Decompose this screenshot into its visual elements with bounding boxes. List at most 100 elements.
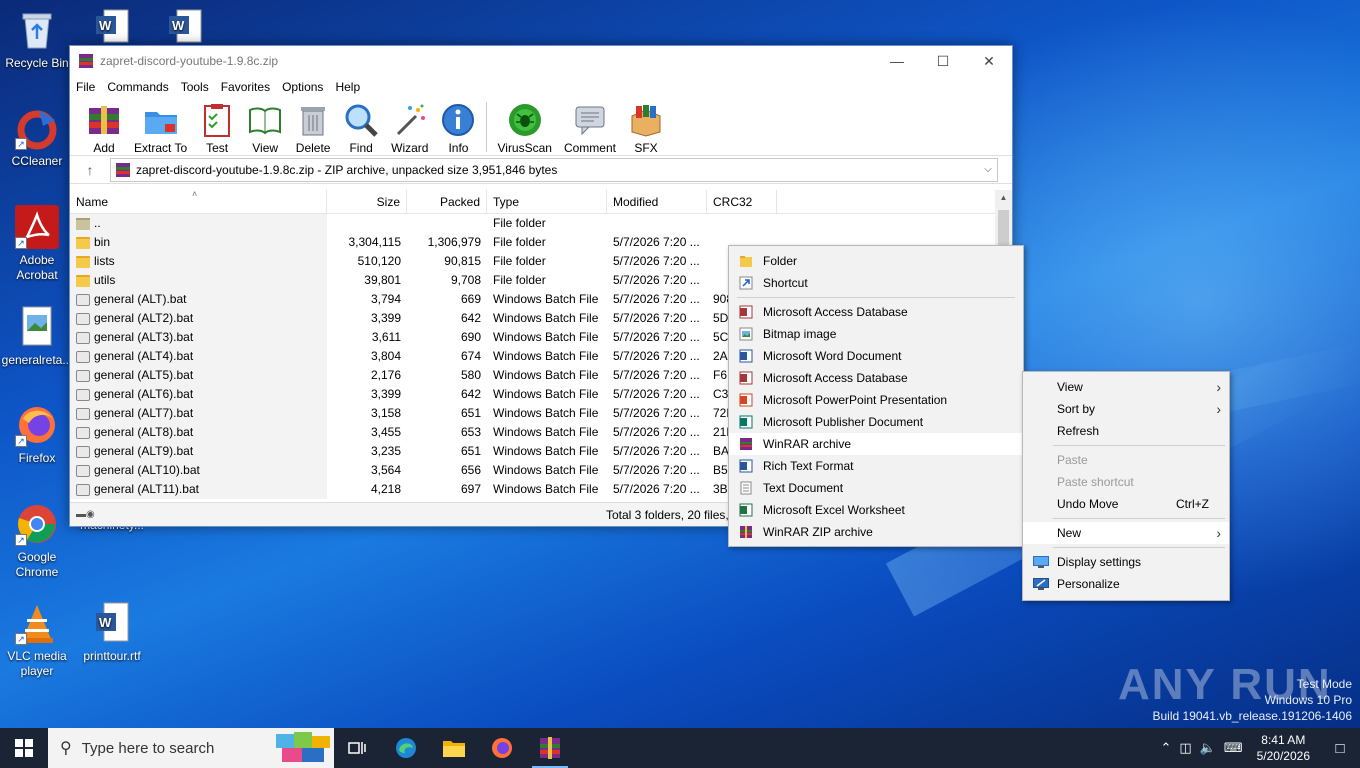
new-menu-item[interactable]: Text Document [729,477,1023,499]
shortcut-arrow-icon: ↗ [15,237,27,249]
comment-button[interactable]: Comment [558,99,622,155]
view-button[interactable]: View [241,99,289,155]
cell-type: Windows Batch File [493,406,599,420]
column-header-modified[interactable]: Modified [607,190,707,213]
find-button[interactable]: Find [337,99,385,155]
new-menu-item[interactable]: Folder [729,250,1023,272]
cell-packed: 674 [460,349,481,363]
image-file-icon [15,305,59,349]
batch-file-icon [76,445,90,458]
new-menu-item[interactable]: Microsoft Word Document [729,345,1023,367]
cell-modified: 5/7/2026 7:20 ... [613,330,700,344]
chevron-right-icon: › [1216,525,1221,541]
menu-bar: File Commands Tools Favorites Options He… [70,76,1012,98]
desktop-icon-label: printtour.rtf [83,649,141,663]
new-menu-item[interactable]: Microsoft Access Database [729,367,1023,389]
test-button[interactable]: Test [193,99,241,155]
virusscan-button[interactable]: VirusScan [491,99,557,155]
address-box[interactable]: zapret-discord-youtube-1.9.8c.zip - ZIP … [110,157,998,182]
taskbar-edge[interactable] [382,728,430,768]
desktop-icon-printtour[interactable]: W printtour.rtf [75,601,149,664]
publisher-icon [739,415,753,429]
menu-item-label: Folder [763,254,798,268]
new-menu-item[interactable]: Bitmap image [729,323,1023,345]
info-button[interactable]: Info [434,99,482,155]
cell-modified: 5/7/2026 7:20 ... [613,368,700,382]
windows-watermark: Test Mode Windows 10 Pro Build 19041.vb_… [1153,676,1353,724]
close-button[interactable]: ✕ [966,46,1012,76]
clock[interactable]: 8:41 AM 5/20/2026 [1247,732,1320,764]
cell-packed: 656 [460,463,481,477]
menu-options[interactable]: Options [282,80,331,94]
menu-tools[interactable]: Tools [181,80,217,94]
taskbar-firefox[interactable] [478,728,526,768]
new-menu-item[interactable]: Shortcut [729,272,1023,294]
chevron-up-icon[interactable]: ⌃ [1156,740,1175,756]
menu-item-new[interactable]: New › [1023,522,1229,544]
new-menu-item[interactable]: WinRAR ZIP archive [729,521,1023,543]
drive-icon[interactable]: ▬◉ [70,509,110,520]
network-icon[interactable]: ◫ [1175,740,1195,756]
menu-item-paste-shortcut[interactable]: Paste shortcut [1023,471,1229,493]
taskbar-file-explorer[interactable] [430,728,478,768]
column-header-size[interactable]: Size [327,190,407,213]
menu-item-refresh[interactable]: Refresh [1023,420,1229,442]
menu-item-undo-move[interactable]: Undo Move Ctrl+Z [1023,493,1229,515]
minimize-button[interactable]: — [874,46,920,76]
system-tray: ⌃ ◫ 🔈 ⌨ 8:41 AM 5/20/2026 □ [1156,728,1360,768]
menu-commands[interactable]: Commands [107,80,176,94]
sfx-button[interactable]: SFX [622,99,670,155]
notification-icon[interactable]: □ [1320,740,1360,757]
winrar-icon [540,737,560,759]
menu-item-label: Shortcut [763,276,808,290]
column-header-name[interactable]: Name ˄ [70,190,327,213]
menu-item-paste[interactable]: Paste [1023,449,1229,471]
menu-file[interactable]: File [76,80,103,94]
desktop-icon-recycle-bin[interactable]: Recycle Bin [0,8,74,71]
shortcut-arrow-icon: ↗ [15,138,27,150]
column-header-type[interactable]: Type [487,190,607,213]
new-menu-item[interactable]: Microsoft Excel Worksheet [729,499,1023,521]
add-button[interactable]: Add [80,99,128,155]
cell-name: bin [70,233,327,252]
batch-file-icon [76,407,90,420]
menu-favorites[interactable]: Favorites [221,80,278,94]
desktop-icon-vlc[interactable]: ↗ VLC media player [0,601,74,679]
chevron-down-icon[interactable]: ⌵ [979,164,997,175]
table-row[interactable]: .. File folder [70,214,996,233]
new-menu-item[interactable]: Microsoft Publisher Document [729,411,1023,433]
desktop-icon-ccleaner[interactable]: ↗ CCleaner [0,106,74,169]
new-menu-item[interactable]: WinRAR archive [729,433,1023,455]
extract-to-button[interactable]: Extract To [128,99,193,155]
start-button[interactable] [0,728,48,768]
desktop-icon-firefox[interactable]: ↗ Firefox [0,403,74,466]
up-arrow-icon[interactable]: ↑ [70,162,110,178]
input-indicator-icon[interactable]: ⌨ [1220,740,1247,756]
desktop-icon-adobe-acrobat[interactable]: ↗ Adobe Acrobat [0,205,74,283]
winrar-titlebar[interactable]: zapret-discord-youtube-1.9.8c.zip — ☐ ✕ [70,46,1012,76]
column-header-packed[interactable]: Packed [407,190,487,213]
batch-file-icon [76,293,90,306]
taskbar-winrar[interactable] [526,728,574,768]
maximize-button[interactable]: ☐ [920,46,966,76]
new-menu-item[interactable]: Rich Text Format [729,455,1023,477]
menu-item-sort-by[interactable]: Sort by › [1023,398,1229,420]
desktop-icon-google-chrome[interactable]: ↗ Google Chrome [0,502,74,580]
menu-help[interactable]: Help [335,80,368,94]
new-menu-item[interactable]: Microsoft PowerPoint Presentation [729,389,1023,411]
scroll-up-icon[interactable]: ▲ [995,190,1012,206]
volume-icon[interactable]: 🔈 [1196,740,1220,756]
wizard-button[interactable]: Wizard [385,99,434,155]
column-header-crc32[interactable]: CRC32 [707,190,777,213]
desktop-icon-generalreta[interactable]: generalreta... [0,305,74,368]
batch-file-icon [76,331,90,344]
scroll-thumb[interactable] [998,210,1009,246]
new-menu-item[interactable]: Microsoft Access Database [729,301,1023,323]
menu-item-personalize[interactable]: Personalize [1023,573,1229,595]
delete-button[interactable]: Delete [289,99,337,155]
menu-item-view[interactable]: View › [1023,376,1229,398]
firefox-icon: ↗ [15,403,59,447]
menu-item-display-settings[interactable]: Display settings [1023,551,1229,573]
taskbar-search-box[interactable]: ⚲ Type here to search [48,728,334,768]
task-view-button[interactable] [334,728,382,768]
